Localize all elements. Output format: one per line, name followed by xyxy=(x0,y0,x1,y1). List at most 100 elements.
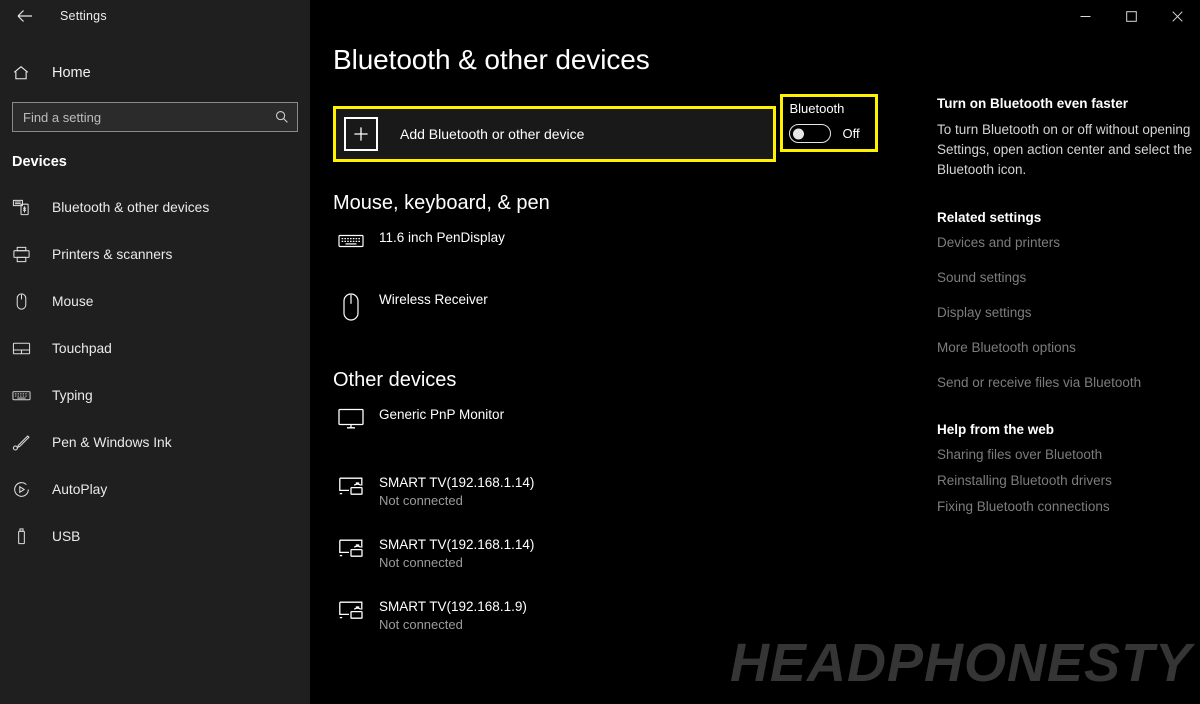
rail-link-devices-and-printers[interactable]: Devices and printers xyxy=(937,234,1200,252)
add-bluetooth-device-button[interactable]: Add Bluetooth or other device xyxy=(336,109,773,159)
sidebar-item-label: AutoPlay xyxy=(52,482,108,497)
device-status: Not connected xyxy=(379,493,463,508)
sidebar-section-label: Devices xyxy=(12,154,67,170)
device-name: SMART TV(192.168.1.9) xyxy=(379,599,527,614)
toggle-knob xyxy=(793,128,805,139)
sidebar-item-pen-windows-ink[interactable]: Pen & Windows Ink xyxy=(0,419,310,466)
usb-icon xyxy=(12,527,38,546)
rail-help-heading: Help from the web xyxy=(937,422,1055,437)
sidebar-item-usb[interactable]: USB xyxy=(0,513,310,560)
device-list-other-devices: Generic PnP Monitor SMART TV(192.168.1.1… xyxy=(333,402,933,640)
device-text: 11.6 inch PenDisplay xyxy=(379,229,505,247)
printer-icon xyxy=(12,245,38,264)
sidebar-item-label: Printers & scanners xyxy=(52,247,173,262)
device-text: SMART TV(192.168.1.9) Not connected xyxy=(379,598,527,634)
device-name: SMART TV(192.168.1.14) xyxy=(379,475,535,490)
sidebar-item-autoplay[interactable]: AutoPlay xyxy=(0,466,310,513)
mouse-icon xyxy=(12,292,38,311)
device-text: Generic PnP Monitor xyxy=(379,406,504,424)
rail-link-fixing-bluetooth-connections[interactable]: Fixing Bluetooth connections xyxy=(937,498,1200,516)
sidebar-item-label: USB xyxy=(52,529,81,544)
device-name: Wireless Receiver xyxy=(379,292,488,307)
sidebar-item-bluetooth-other-devices[interactable]: Bluetooth & other devices xyxy=(0,184,310,231)
keyboard-icon xyxy=(333,229,369,251)
cast-display-icon xyxy=(333,536,369,560)
settings-content: Bluetooth & other devices Add Bluetooth … xyxy=(333,44,933,640)
plus-icon xyxy=(344,117,378,151)
device-name: 11.6 inch PenDisplay xyxy=(379,230,505,245)
bluetooth-toggle-block: Bluetooth Off xyxy=(783,97,876,149)
title-bar: Settings xyxy=(0,0,310,32)
device-text: SMART TV(192.168.1.14) Not connected xyxy=(379,474,534,510)
sidebar-item-label: Pen & Windows Ink xyxy=(52,435,172,450)
add-device-highlight: Add Bluetooth or other device xyxy=(333,106,776,162)
sidebar-item-typing[interactable]: Typing xyxy=(0,372,310,419)
rail-link-sound-settings[interactable]: Sound settings xyxy=(937,269,1200,287)
sidebar-item-touchpad[interactable]: Touchpad xyxy=(0,325,310,372)
settings-window: Settings Home Devices xyxy=(0,0,1200,704)
touchpad-icon xyxy=(12,339,38,358)
device-row[interactable]: 11.6 inch PenDisplay xyxy=(333,225,933,271)
device-status: Not connected xyxy=(379,617,463,632)
bluetooth-devices-icon xyxy=(12,198,38,217)
keyboard-icon xyxy=(12,386,38,405)
rail-link-send-receive-files-via-bluetooth[interactable]: Send or receive files via Bluetooth xyxy=(937,374,1200,392)
sidebar: Settings Home Devices xyxy=(0,0,310,704)
bluetooth-toggle-highlight: Bluetooth Off xyxy=(780,94,879,152)
bluetooth-toggle-row: Off xyxy=(789,124,869,143)
right-rail: Turn on Bluetooth even faster To turn Bl… xyxy=(937,96,1200,546)
device-row[interactable]: Wireless Receiver xyxy=(333,287,933,333)
search-box[interactable] xyxy=(12,102,298,132)
minimize-button[interactable] xyxy=(1062,0,1108,32)
sidebar-item-label: Mouse xyxy=(52,294,94,309)
monitor-icon xyxy=(333,406,369,430)
device-status: Not connected xyxy=(379,555,463,570)
rail-tip-block: Turn on Bluetooth even faster To turn Bl… xyxy=(937,96,1200,180)
home-icon xyxy=(12,64,40,82)
sidebar-item-label: Bluetooth & other devices xyxy=(52,200,210,215)
device-row[interactable]: SMART TV(192.168.1.14) Not connected xyxy=(333,532,933,578)
main-content: Bluetooth & other devices Add Bluetooth … xyxy=(310,0,1200,704)
autoplay-icon xyxy=(12,480,38,499)
pen-icon xyxy=(12,433,38,452)
rail-tip-heading: Turn on Bluetooth even faster xyxy=(937,96,1129,111)
device-name: SMART TV(192.168.1.14) xyxy=(379,537,535,552)
search-input[interactable] xyxy=(23,109,275,125)
bluetooth-label: Bluetooth xyxy=(789,101,845,116)
sidebar-item-label: Home xyxy=(52,65,91,81)
bluetooth-toggle-switch[interactable] xyxy=(789,124,832,143)
back-arrow-icon[interactable] xyxy=(10,1,40,31)
window-title: Settings xyxy=(60,9,107,23)
device-text: SMART TV(192.168.1.14) Not connected xyxy=(379,536,534,572)
maximize-button[interactable] xyxy=(1108,0,1154,32)
device-row[interactable]: SMART TV(192.168.1.14) Not connected xyxy=(333,470,933,516)
rail-tip-body: To turn Bluetooth on or off without open… xyxy=(937,122,1193,177)
watermark: HEADPHONESTY xyxy=(729,633,1192,693)
sidebar-item-label: Touchpad xyxy=(52,341,112,356)
device-name: Generic PnP Monitor xyxy=(379,407,505,422)
rail-link-display-settings[interactable]: Display settings xyxy=(937,304,1200,322)
device-list-mouse-keyboard-pen: 11.6 inch PenDisplay Wireless Receiver xyxy=(333,225,933,333)
page-title: Bluetooth & other devices xyxy=(333,44,650,75)
rail-related-settings-block: Related settings Devices and printers So… xyxy=(937,210,1200,392)
rail-link-reinstalling-bluetooth-drivers[interactable]: Reinstalling Bluetooth drivers xyxy=(937,472,1200,490)
search-icon[interactable] xyxy=(275,110,289,124)
rail-link-more-bluetooth-options[interactable]: More Bluetooth options xyxy=(937,339,1200,357)
sidebar-item-mouse[interactable]: Mouse xyxy=(0,278,310,325)
close-button[interactable] xyxy=(1154,0,1200,32)
sidebar-item-printers-scanners[interactable]: Printers & scanners xyxy=(0,231,310,278)
group-title-mouse-keyboard-pen: Mouse, keyboard, & pen xyxy=(333,192,550,214)
bluetooth-toggle-state: Off xyxy=(842,126,860,141)
device-row[interactable]: Generic PnP Monitor xyxy=(333,402,933,448)
sidebar-item-label: Typing xyxy=(52,388,93,403)
add-device-label: Add Bluetooth or other device xyxy=(400,126,585,142)
cast-display-icon xyxy=(333,474,369,498)
rail-link-sharing-files-over-bluetooth[interactable]: Sharing files over Bluetooth xyxy=(937,446,1200,464)
sidebar-item-home[interactable]: Home xyxy=(0,54,310,92)
device-text: Wireless Receiver xyxy=(379,291,488,309)
window-controls xyxy=(1062,0,1200,32)
